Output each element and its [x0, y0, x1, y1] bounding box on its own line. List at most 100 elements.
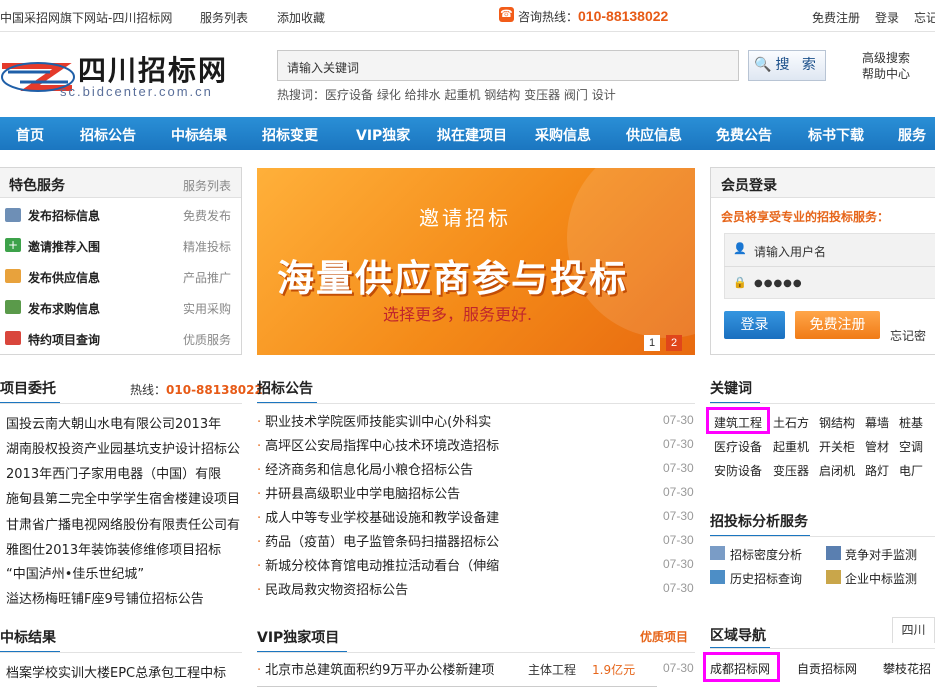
announcement-item[interactable]: · 职业技术学院医师技能实训中心(外科实 — [257, 411, 652, 430]
nav-planned-projects[interactable]: 拟在建项目 — [437, 125, 507, 145]
analysis-link[interactable]: 招标密度分析 — [730, 546, 802, 563]
vip-more-link[interactable]: 优质项目 — [640, 628, 688, 645]
announcement-date: 07-30 — [663, 413, 694, 427]
password-input[interactable]: ●●●●● — [754, 278, 803, 289]
nav-win-results[interactable]: 中标结果 — [171, 125, 227, 145]
entrust-item[interactable]: 施甸县第二完全中学学生宿舍楼建设项目 — [6, 488, 242, 507]
promo-banner[interactable]: 邀请招标 海量供应商参与投标 选择更多，服务更好. 1 2 — [257, 168, 695, 355]
supply-icon — [5, 269, 21, 283]
entrust-item[interactable]: 湖南股权投资产业园基坑支护设计招标公 — [6, 438, 242, 457]
add-favorite-link[interactable]: 添加收藏 — [277, 9, 325, 26]
search-input[interactable]: 请输入关键词 — [277, 50, 739, 81]
register-link[interactable]: 免费注册 — [812, 9, 860, 26]
feature-services-more[interactable]: 服务列表 — [183, 177, 231, 194]
cart-icon — [5, 300, 21, 314]
special-project-link[interactable]: 特约项目查询 — [28, 331, 100, 348]
site-logo[interactable]: 四川招标网 sc.bidcenter.com.cn — [0, 44, 235, 104]
keyword-link[interactable]: 桩基 — [899, 414, 923, 431]
banner-page-1[interactable]: 1 — [644, 335, 660, 351]
publish-tender-link[interactable]: 发布招标信息 — [28, 207, 100, 224]
win-result-item[interactable]: 档案学校实训大楼EPC总承包工程中标 — [6, 662, 242, 681]
win-results-title: 中标结果 — [0, 630, 56, 646]
region-link[interactable]: 攀枝花招 — [883, 660, 931, 677]
forgot-password-link[interactable]: 忘记密 — [890, 327, 926, 344]
region-tab-sichuan[interactable]: 四川 — [892, 617, 935, 643]
keyword-link[interactable]: 开关柜 — [819, 438, 855, 455]
register-button[interactable]: 免费注册 — [795, 311, 880, 339]
banner-line2: 海量供应商参与投标 — [277, 257, 628, 300]
keyword-link[interactable]: 建筑工程 — [714, 414, 762, 431]
region-link[interactable]: 自贡招标网 — [797, 660, 857, 677]
banner-line1: 邀请招标 — [419, 206, 511, 230]
entrust-item[interactable]: 2013年西门子家用电器（中国）有限 — [6, 463, 242, 482]
vip-category: 主体工程 — [528, 663, 577, 677]
announcement-date: 07-30 — [663, 581, 694, 595]
announcement-date: 07-30 — [663, 509, 694, 523]
keyword-link[interactable]: 土石方 — [773, 414, 809, 431]
announcement-item[interactable]: · 井研县高级职业中学电脑招标公告 — [257, 483, 652, 502]
analysis-link[interactable]: 历史招标查询 — [730, 570, 802, 587]
keyword-link[interactable]: 变压器 — [773, 462, 809, 479]
service-list-link[interactable]: 服务列表 — [200, 9, 248, 26]
publish-purchase-link[interactable]: 发布求购信息 — [28, 300, 100, 317]
keyword-link[interactable]: 空调 — [899, 438, 923, 455]
announcement-item[interactable]: · 成人中等专业学校基础设施和教学设备建 — [257, 507, 652, 526]
announcement-item[interactable]: · 高坪区公安局指挥中心技术环境改造招标 — [257, 435, 652, 454]
vip-title: VIP独家项目 — [257, 630, 340, 646]
entrust-item[interactable]: 甘肃省广播电视网络股份有限责任公司有 — [6, 514, 242, 533]
nav-vip[interactable]: VIP独家 — [356, 125, 410, 145]
monitor-icon — [5, 208, 21, 222]
keyword-link[interactable]: 钢结构 — [819, 414, 855, 431]
entrust-item[interactable]: “中国泸州•佳乐世纪城” — [6, 563, 242, 582]
logo-name: 四川招标网 — [78, 54, 229, 87]
invite-recommend-link[interactable]: 邀请推荐入围 — [28, 238, 100, 255]
region-link[interactable]: 成都招标网 — [710, 660, 770, 677]
keyword-link[interactable]: 幕墙 — [865, 414, 889, 431]
keyword-link[interactable]: 管材 — [865, 438, 889, 455]
vip-item[interactable]: · 北京市总建筑面积约9万平办公楼新建项 — [257, 659, 517, 678]
announcement-item[interactable]: · 新城分校体育馆电动推拉活动看台（伸缩 — [257, 555, 652, 574]
nav-home[interactable]: 首页 — [16, 125, 44, 145]
username-input[interactable]: 请输入用户名 — [754, 243, 826, 260]
entrust-item[interactable]: 溢达杨梅旺铺F座9号铺位招标公告 — [6, 588, 242, 607]
announcement-item[interactable]: · 经济商务和信息化局小粮仓招标公告 — [257, 459, 652, 478]
nav-procurement[interactable]: 采购信息 — [535, 125, 591, 145]
keyword-link[interactable]: 启闭机 — [819, 462, 855, 479]
analysis-link[interactable]: 企业中标监测 — [845, 570, 917, 587]
history-icon — [710, 570, 725, 584]
nav-services[interactable]: 服务 — [898, 125, 926, 145]
keyword-link[interactable]: 电厂 — [899, 462, 923, 479]
login-link[interactable]: 登录 — [875, 9, 899, 26]
announcement-date: 07-30 — [663, 557, 694, 571]
nav-free-notice[interactable]: 免费公告 — [716, 125, 772, 145]
entrust-item[interactable]: 国投云南大朝山水电有限公司2013年 — [6, 413, 242, 432]
vip-amount: 1.9亿元 — [592, 663, 636, 677]
plus-icon: + — [5, 238, 21, 252]
site-note: 中国采招网旗下网站-四川招标网 — [0, 11, 173, 25]
forgot-link[interactable]: 忘记 — [914, 9, 935, 26]
advanced-search-link[interactable]: 高级搜索 — [862, 50, 910, 66]
publish-supply-link[interactable]: 发布供应信息 — [28, 269, 100, 286]
keyword-link[interactable]: 起重机 — [773, 438, 809, 455]
announcement-item[interactable]: · 药品（疫苗）电子监管条码扫描器招标公 — [257, 531, 652, 550]
main-nav: 首页 招标公告 中标结果 招标变更 VIP独家 拟在建项目 采购信息 供应信息 … — [0, 117, 935, 150]
nav-doc-download[interactable]: 标书下载 — [808, 125, 864, 145]
keyword-link[interactable]: 医疗设备 — [714, 438, 762, 455]
nav-supply[interactable]: 供应信息 — [626, 125, 682, 145]
analysis-link[interactable]: 竞争对手监测 — [845, 546, 917, 563]
feature-note: 实用采购 — [182, 302, 231, 316]
entrust-item[interactable]: 雅图仕2013年装饰装修维修项目招标 — [6, 539, 242, 558]
keyword-link[interactable]: 安防设备 — [714, 462, 762, 479]
keyword-link[interactable]: 路灯 — [865, 462, 889, 479]
lock-icon: 🔒 — [733, 276, 747, 289]
search-button[interactable]: 🔍搜 索 — [748, 50, 826, 81]
banner-page-2[interactable]: 2 — [666, 335, 682, 351]
hot-search-words: 热搜词：医疗设备 绿化 给排水 起重机 钢结构 变压器 阀门 设计 — [277, 88, 616, 102]
nav-tender-change[interactable]: 招标变更 — [262, 125, 318, 145]
login-button[interactable]: 登录 — [724, 311, 785, 339]
nav-tender-notice[interactable]: 招标公告 — [80, 125, 136, 145]
header-links: 高级搜索 帮助中心 — [862, 50, 910, 82]
announcement-item[interactable]: · 民政局救灾物资招标公告 — [257, 579, 652, 598]
help-center-link[interactable]: 帮助中心 — [862, 66, 910, 82]
keywords-title: 关键词 — [710, 381, 752, 397]
